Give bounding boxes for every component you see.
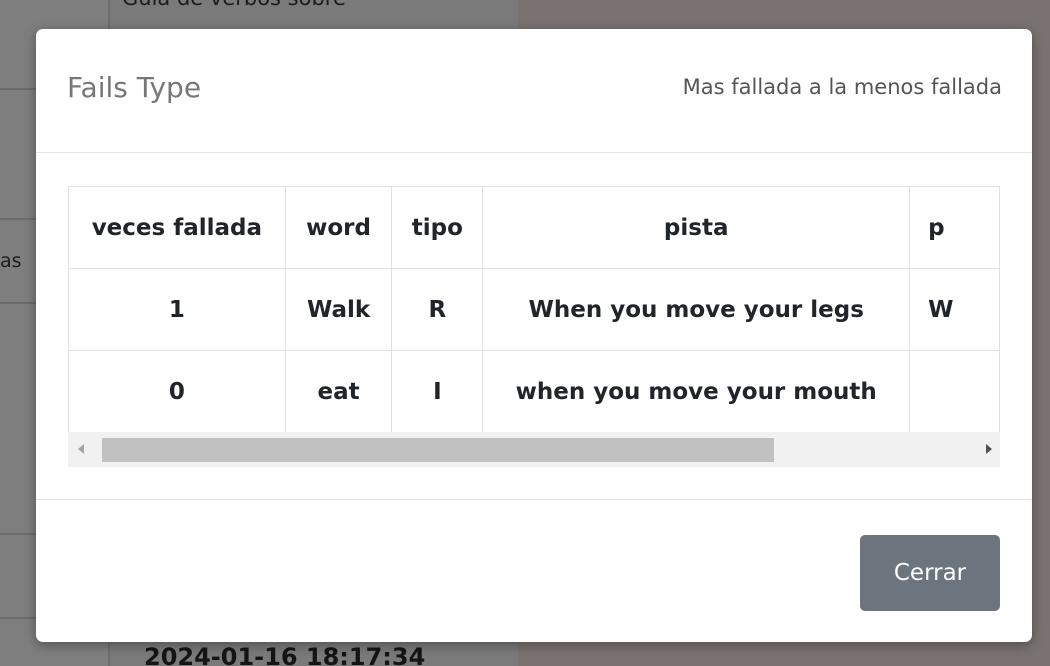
table-row: 0 eat I when you move your mouth xyxy=(68,350,1000,433)
scroll-right-arrow-icon[interactable] xyxy=(986,444,992,454)
fails-type-modal: Fails Type Mas fallada a la menos fallad… xyxy=(36,29,1032,642)
column-header-pista: pista xyxy=(482,186,911,269)
scroll-left-arrow-icon[interactable] xyxy=(78,444,84,454)
table-cell-pista: When you move your legs xyxy=(482,268,911,351)
table-cell-truncated: W xyxy=(909,268,1000,351)
table-cell-tipo: R xyxy=(391,268,484,351)
modal-body: veces fallada word tipo pista p 1 Walk R… xyxy=(36,154,1032,500)
table-cell-word: Walk xyxy=(284,268,393,351)
column-header-word: word xyxy=(284,186,393,269)
background-heading: Guia de verbos sobre xyxy=(122,0,346,10)
column-header-tipo: tipo xyxy=(391,186,484,269)
background-timestamp: 2024-01-16 18:17:34 xyxy=(144,643,426,666)
close-button[interactable]: Cerrar xyxy=(860,535,1000,611)
table-cell-count: 0 xyxy=(68,350,286,433)
background-left-text: as xyxy=(0,250,22,272)
modal-footer: Cerrar xyxy=(36,501,1032,642)
table-header-row: veces fallada word tipo pista p xyxy=(68,186,1000,269)
table-row: 1 Walk R When you move your legs W xyxy=(68,268,1000,351)
horizontal-scrollbar[interactable] xyxy=(68,432,1000,467)
column-header-truncated: p xyxy=(909,186,1000,269)
modal-title: Fails Type xyxy=(67,71,202,104)
table-cell-word: eat xyxy=(284,350,393,433)
table-cell-tipo: I xyxy=(391,350,484,433)
fails-table: veces fallada word tipo pista p 1 Walk R… xyxy=(68,186,1000,433)
scrollbar-thumb[interactable] xyxy=(102,438,774,462)
column-header-veces-fallada: veces fallada xyxy=(68,186,286,269)
modal-header: Fails Type Mas fallada a la menos fallad… xyxy=(36,29,1032,153)
table-cell-pista: when you move your mouth xyxy=(482,350,911,433)
table-cell-count: 1 xyxy=(68,268,286,351)
table-scroll-container[interactable]: veces fallada word tipo pista p 1 Walk R… xyxy=(68,186,1000,467)
modal-subtitle: Mas fallada a la menos fallada xyxy=(682,75,1002,99)
table-cell-truncated xyxy=(909,350,1000,433)
